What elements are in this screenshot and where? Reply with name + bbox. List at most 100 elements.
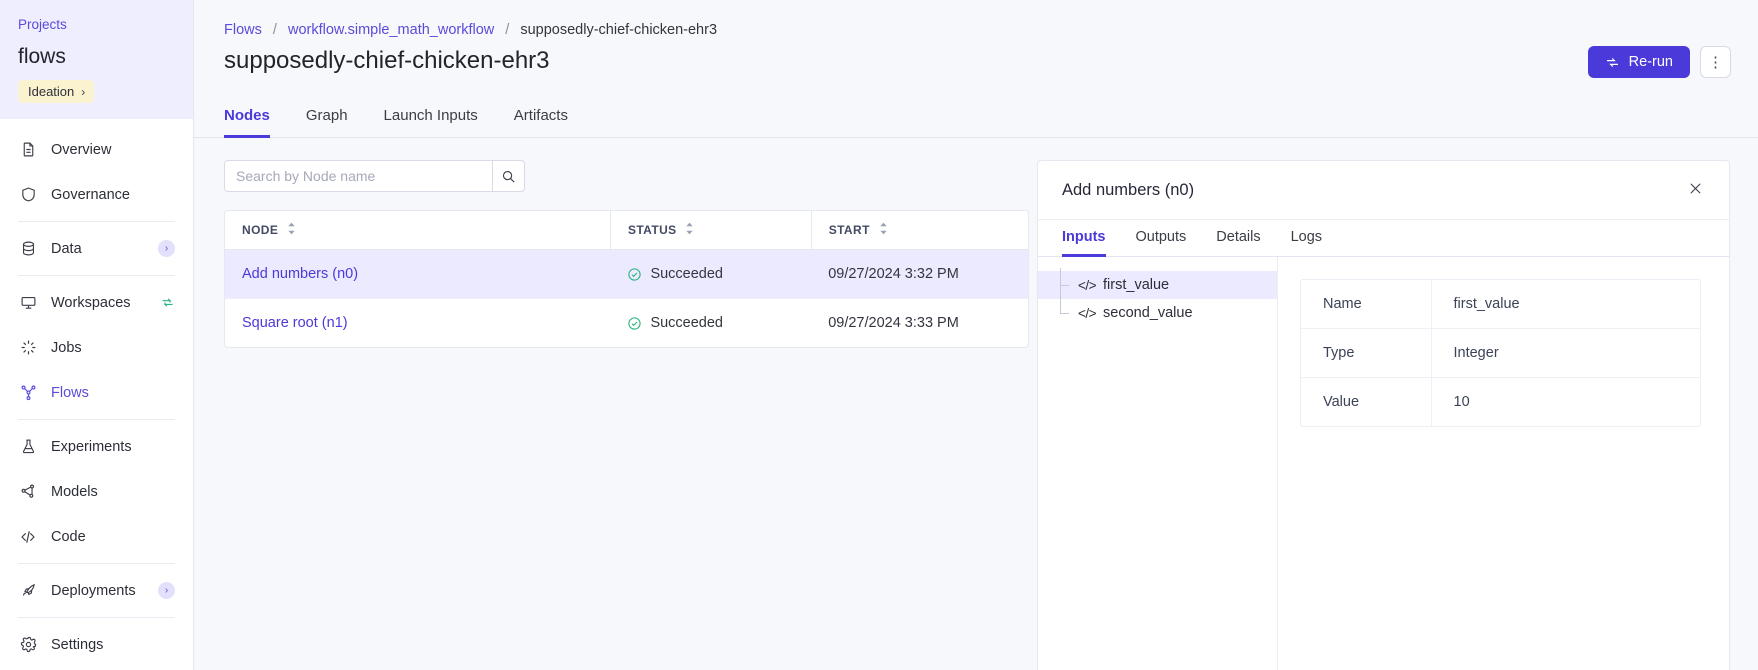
sidebar-nav: Overview Governance Data › Workspaces Jo…: [0, 119, 193, 667]
panel-tab-inputs[interactable]: Inputs: [1062, 220, 1106, 257]
database-icon: [18, 239, 38, 259]
chevron-right-icon: ›: [81, 84, 86, 99]
sidebar-divider: [18, 563, 175, 564]
breadcrumb-separator: /: [505, 22, 510, 38]
nodes-table-card: NODE STATUS START Add numbers (n0) Succe…: [224, 210, 1029, 348]
column-label: STATUS: [627, 223, 677, 237]
app-root: Projects flows Ideation › Overview Gover…: [0, 0, 1758, 670]
panel-header: Add numbers (n0): [1038, 161, 1729, 220]
sidebar-project-header: Projects flows Ideation ›: [0, 0, 193, 119]
sidebar-item-data[interactable]: Data ›: [0, 226, 193, 271]
sidebar-item-workspaces[interactable]: Workspaces: [0, 280, 193, 325]
nodes-column: NODE STATUS: [224, 160, 1029, 670]
sort-icon[interactable]: [879, 222, 888, 238]
table-header-row: NODE STATUS START: [225, 211, 1028, 250]
node-status-cell: Succeeded: [610, 299, 811, 348]
sidebar-item-overview[interactable]: Overview: [0, 127, 193, 172]
tree-item-label: first_value: [1103, 277, 1170, 293]
sidebar-item-settings[interactable]: Settings: [0, 622, 193, 667]
panel-tab-logs[interactable]: Logs: [1291, 220, 1322, 257]
sidebar-expand-icon[interactable]: ›: [158, 240, 175, 257]
node-start-cell: 09/27/2024 3:33 PM: [828, 315, 959, 331]
sidebar-item-jobs[interactable]: Jobs: [0, 325, 193, 370]
detail-row: Type Integer: [1301, 328, 1700, 378]
node-status-cell: Succeeded: [610, 249, 812, 299]
breadcrumb-flows[interactable]: Flows: [224, 22, 262, 38]
detail-key: Name: [1301, 280, 1432, 329]
code-icon: </>: [1078, 305, 1097, 321]
tree-item-second-value[interactable]: </> second_value: [1038, 285, 1277, 327]
node-link[interactable]: Add numbers (n0): [242, 266, 358, 282]
project-name: flows: [18, 45, 66, 68]
node-link[interactable]: Square root (n1): [242, 315, 348, 331]
gear-icon: [18, 635, 38, 655]
detail-key: Type: [1301, 328, 1432, 378]
detail-value: first_value: [1431, 280, 1700, 329]
flow-graph-icon: [18, 383, 38, 403]
sidebar-expand-icon[interactable]: ›: [158, 582, 175, 599]
sort-icon[interactable]: [287, 222, 296, 238]
tab-artifacts[interactable]: Artifacts: [514, 97, 568, 138]
success-check-icon: [627, 316, 642, 331]
status-label: Succeeded: [650, 315, 723, 331]
sidebar-item-code[interactable]: Code: [0, 514, 193, 559]
search-row: [224, 160, 1029, 192]
more-options-button[interactable]: ⋮: [1700, 46, 1731, 78]
sidebar-item-label: Experiments: [51, 438, 132, 455]
model-node-icon: [18, 482, 38, 502]
inputs-tree: </> first_value </> second_value: [1038, 257, 1278, 670]
column-header-status[interactable]: STATUS: [609, 211, 812, 250]
sidebar-item-label: Data: [51, 240, 82, 257]
sidebar-item-label: Overview: [51, 141, 112, 158]
search-button[interactable]: [492, 160, 525, 192]
sort-icon[interactable]: [685, 222, 694, 238]
document-icon: [18, 140, 38, 160]
input-detail-table: Name first_value Type Integer Value 10: [1301, 280, 1700, 427]
sidebar-item-label: Flows: [51, 384, 89, 401]
sidebar-item-flows[interactable]: Flows: [0, 370, 193, 415]
breadcrumb-current: supposedly-chief-chicken-ehr3: [520, 22, 718, 38]
spinner-icon: [18, 338, 38, 358]
sidebar-item-label: Models: [51, 483, 98, 500]
close-icon[interactable]: [1684, 179, 1707, 201]
search-input[interactable]: [224, 160, 492, 192]
projects-link[interactable]: Projects: [18, 16, 175, 34]
sidebar-item-governance[interactable]: Governance: [0, 172, 193, 217]
sidebar-item-label: Governance: [51, 186, 130, 203]
rerun-button[interactable]: Re-run: [1587, 46, 1690, 78]
panel-title: Add numbers (n0): [1062, 180, 1195, 199]
sidebar-item-experiments[interactable]: Experiments: [0, 424, 193, 469]
table-row[interactable]: Square root (n1) Succeeded 09/27/2024 3:…: [225, 299, 1028, 348]
sidebar-divider: [18, 617, 175, 618]
sidebar-item-models[interactable]: Models: [0, 469, 193, 514]
tree-item-first-value[interactable]: </> first_value: [1038, 268, 1277, 299]
header-actions: Re-run ⋮: [1587, 46, 1731, 78]
panel-body: </> first_value </> second_value Name fi…: [1038, 257, 1729, 670]
panel-tab-details[interactable]: Details: [1216, 220, 1260, 257]
tree-elbow-icon: [1056, 268, 1076, 299]
node-name-cell: Add numbers (n0): [225, 249, 611, 299]
tab-graph[interactable]: Graph: [306, 97, 348, 138]
column-header-start[interactable]: START: [810, 211, 1028, 250]
sidebar-divider: [18, 275, 175, 276]
breadcrumb-workflow[interactable]: workflow.simple_math_workflow: [288, 22, 494, 38]
project-stage-badge[interactable]: Ideation ›: [18, 80, 95, 103]
shield-icon: [18, 185, 38, 205]
sync-icon[interactable]: [160, 295, 175, 310]
table-row[interactable]: Add numbers (n0) Succeeded 09/27/2024 3:…: [225, 249, 1028, 299]
sidebar-item-deployments[interactable]: Deployments ›: [0, 568, 193, 613]
panel-tab-outputs[interactable]: Outputs: [1136, 220, 1187, 257]
breadcrumb: Flows / workflow.simple_math_workflow / …: [224, 20, 1730, 40]
project-stage-label: Ideation: [28, 84, 75, 99]
tree-item-label: second_value: [1103, 305, 1193, 321]
flask-icon: [18, 437, 38, 457]
page-title: supposedly-chief-chicken-ehr3: [224, 47, 550, 74]
sidebar: Projects flows Ideation › Overview Gover…: [0, 0, 194, 670]
nodes-table: NODE STATUS START Add numbers (n0) Succe…: [225, 211, 1028, 347]
tab-nodes[interactable]: Nodes: [224, 97, 270, 138]
tree-elbow-icon: [1056, 285, 1076, 327]
column-header-node[interactable]: NODE: [225, 211, 611, 250]
column-label: START: [828, 223, 870, 237]
tab-launch-inputs[interactable]: Launch Inputs: [384, 97, 478, 138]
rocket-icon: [18, 581, 38, 601]
